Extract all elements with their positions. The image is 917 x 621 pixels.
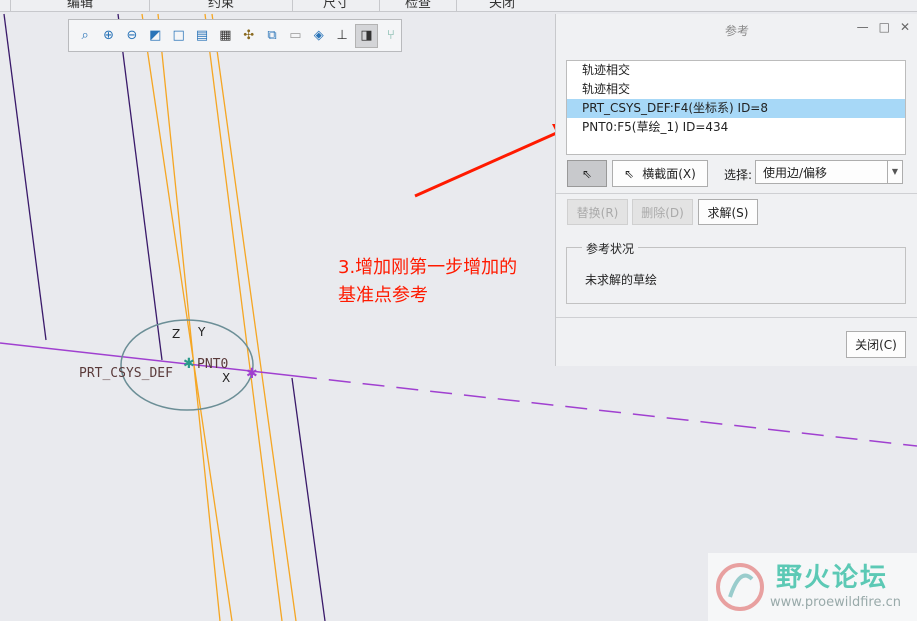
annotation-line-2: 基准点参考 [338, 285, 428, 306]
watermark-title: 野火论坛 [776, 563, 889, 593]
constraint-display-icon[interactable]: ⑂ [381, 25, 401, 47]
cross-section-label: 横截面(X) [642, 167, 696, 181]
references-list[interactable]: 轨迹相交 轨迹相交 PRT_CSYS_DEF:F4(坐标系) ID=8 PNT0… [566, 60, 906, 155]
list-item[interactable]: PNT0:F5(草绘_1) ID=434 [567, 118, 905, 137]
close-label: 关闭(C) [855, 338, 897, 352]
dimension-display-icon[interactable]: ⊥ [332, 25, 352, 47]
zoom-in-icon[interactable]: ⊕ [98, 25, 118, 47]
annotation-text: 3.增加刚第一步增加的 基准点参考 [338, 254, 517, 310]
trajectory-line [141, 13, 233, 621]
sketch-view-icon[interactable]: ◨ [355, 23, 378, 48]
cross-section-button[interactable]: ⇖ 横截面(X) [612, 160, 708, 187]
zoom-out-icon[interactable]: ⊖ [122, 25, 142, 47]
sketch-line [117, 13, 163, 361]
datum-display-icon[interactable]: ✣ [239, 25, 259, 47]
replace-button[interactable]: 替换(R) [567, 199, 628, 225]
saved-views-icon[interactable]: ▤ [192, 25, 212, 47]
trajectory-line [204, 13, 283, 621]
zoom-window-icon[interactable]: ⌕ [75, 25, 95, 47]
snapshot-icon[interactable]: ▦ [215, 25, 235, 47]
shading-edges-icon[interactable]: ◈ [309, 25, 329, 47]
select-value: 使用边/偏移 [763, 165, 828, 180]
references-dialog: 参考 — □ ✕ 轨迹相交 轨迹相交 PRT_CSYS_DEF:F4(坐标系) ID… [555, 14, 917, 366]
delete-label: 删除(D) [641, 205, 684, 220]
point-label: PNT0 [197, 357, 228, 372]
orient-sketch-icon[interactable]: ⧉ [262, 25, 282, 47]
list-item[interactable]: 轨迹相交 [567, 80, 905, 99]
list-item[interactable]: 轨迹相交 [567, 61, 905, 80]
sketch-line [3, 13, 47, 341]
status-group-label: 参考状况 [582, 240, 639, 257]
replace-label: 替换(R) [576, 205, 619, 220]
axis-y-label: Y [197, 325, 206, 339]
cursor-icon: ⇖ [624, 166, 635, 181]
display-style-icon[interactable]: □ [168, 25, 188, 47]
cursor-icon: ⇖ [581, 166, 593, 181]
trajectory-line [157, 13, 221, 621]
select-pointer-button[interactable]: ⇖ [567, 160, 607, 187]
status-text: 未求解的草绘 [585, 273, 658, 287]
close-icon[interactable]: ✕ [900, 20, 910, 34]
select-label: 选择: [724, 168, 753, 182]
axis-z-label: Z [172, 327, 180, 341]
watermark: 野火论坛 www.proewildfire.cn [708, 553, 917, 621]
maximize-icon[interactable]: □ [879, 20, 890, 34]
close-button[interactable]: 关闭(C) [846, 331, 906, 358]
watermark-logo-icon [716, 563, 764, 611]
repaint-icon[interactable]: ◩ [145, 25, 165, 47]
shading-icon[interactable]: ▭ [285, 25, 305, 47]
select-dropdown[interactable]: 使用边/偏移 ▼ [755, 160, 903, 184]
solve-button[interactable]: 求解(S) [698, 199, 758, 225]
point-marker-icon: ✱ [246, 366, 258, 382]
annotation-line-1: 3.增加刚第一步增加的 [338, 257, 518, 278]
csys-label: PRT_CSYS_DEF [79, 366, 173, 381]
axis-x-label: X [222, 371, 230, 385]
annotation-arrow [414, 125, 571, 198]
sketch-line [291, 377, 326, 621]
delete-button[interactable]: 删除(D) [632, 199, 693, 225]
trajectory-line [211, 13, 297, 621]
watermark-url: www.proewildfire.cn [770, 595, 901, 610]
csys-marker-icon: ✱ [183, 356, 195, 372]
chevron-down-icon[interactable]: ▼ [887, 161, 902, 183]
centerline [294, 375, 917, 447]
solve-label: 求解(S) [707, 205, 749, 220]
minimize-icon[interactable]: — [857, 20, 869, 34]
list-item[interactable]: PRT_CSYS_DEF:F4(坐标系) ID=8 [567, 99, 905, 118]
view-toolbar: ⌕ ⊕ ⊖ ◩ □ ▤ ▦ ✣ ⧉ ▭ ◈ ⊥ ◨ ⑂ [68, 19, 402, 52]
